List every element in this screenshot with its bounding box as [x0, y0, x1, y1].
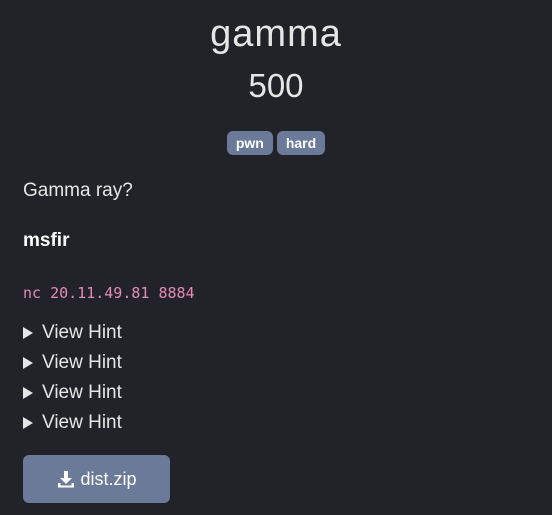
challenge-title: gamma — [210, 13, 342, 55]
hint-toggle-3[interactable]: View Hint — [23, 378, 122, 408]
hint-toggle-4[interactable]: View Hint — [23, 408, 122, 438]
challenge-description: Gamma ray? — [23, 180, 133, 201]
triangle-right-icon — [23, 357, 33, 369]
download-file-label: dist.zip — [80, 468, 137, 489]
connection-info: nc 20.11.49.81 8884 — [23, 284, 195, 302]
hint-label: View Hint — [42, 322, 122, 343]
challenge-points: 500 — [248, 67, 304, 104]
tag-badge-pwn: pwn — [226, 131, 273, 155]
hint-toggle-2[interactable]: View Hint — [23, 348, 122, 378]
hint-label: View Hint — [42, 352, 122, 373]
hint-list: View Hint View Hint View Hint View Hint — [23, 318, 122, 438]
tag-list: pwn hard — [0, 131, 552, 155]
triangle-right-icon — [23, 327, 33, 339]
hint-toggle-1[interactable]: View Hint — [23, 318, 122, 348]
challenge-author: msfir — [23, 230, 70, 251]
triangle-right-icon — [23, 387, 33, 399]
download-icon — [58, 471, 75, 488]
download-file-button[interactable]: dist.zip — [23, 455, 170, 503]
hint-label: View Hint — [42, 382, 122, 403]
challenge-panel: gamma 500 pwn hard Gamma ray? msfir nc 2… — [0, 0, 552, 515]
triangle-right-icon — [23, 417, 33, 429]
tag-badge-hard: hard — [276, 131, 326, 155]
hint-label: View Hint — [42, 412, 122, 433]
